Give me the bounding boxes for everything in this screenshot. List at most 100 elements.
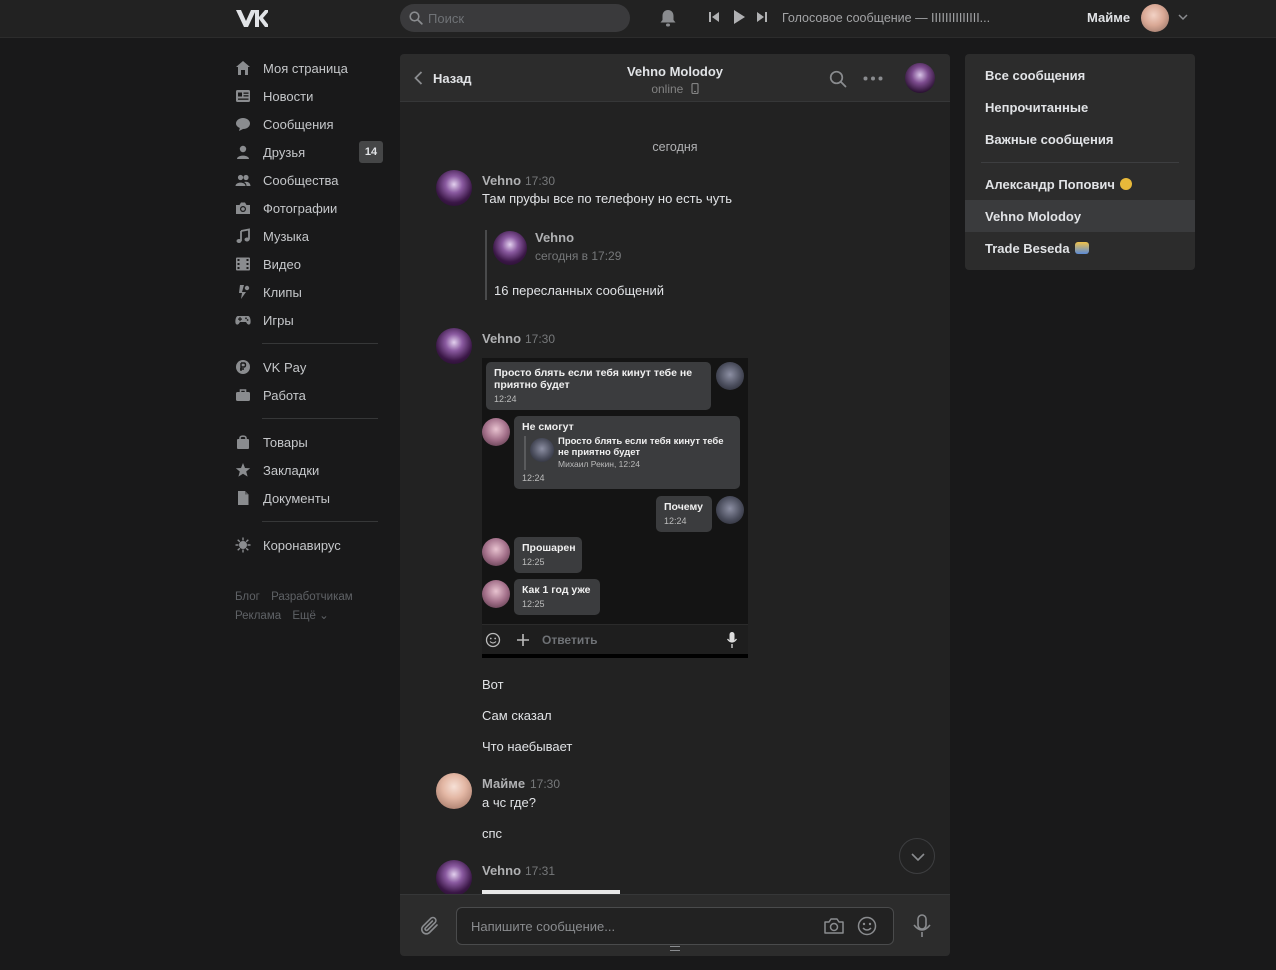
search-icon [409,11,423,25]
scroll-to-bottom-button[interactable] [899,838,935,874]
chat-item-name: Александр Попович [985,176,1115,192]
camera-icon[interactable] [823,917,845,935]
sidebar-item-label: Новости [263,88,314,104]
sunglasses-emoji-icon [1119,178,1132,190]
sidebar-item[interactable]: Коронавирус [234,531,384,559]
photo-attachment[interactable]: Просто блять если тебя кинут тебе не при… [482,358,748,658]
next-track-icon[interactable] [756,10,768,24]
screenshot-bubble-time: 12:24 [522,473,545,483]
screenshot-quote-meta: Михаил Рекин, 12:24 [558,459,640,469]
sidebar-item[interactable]: VK Pay [234,353,384,381]
filter-all-messages[interactable]: Все сообщения [965,59,1195,91]
paperclip-icon[interactable] [419,915,441,937]
forward-bar [485,230,487,300]
footer-link-developers[interactable]: Разработчикам [271,591,353,603]
play-icon[interactable] [732,9,746,25]
profile-avatar[interactable] [1141,4,1169,32]
microphone-icon[interactable] [911,914,933,938]
search-icon[interactable] [829,70,847,88]
previous-track-icon[interactable] [708,10,720,24]
chat-item[interactable]: Александр Попович [965,168,1195,200]
message-time[interactable]: 17:30 [525,174,555,188]
message-author-avatar[interactable] [436,860,472,896]
sidebar-item[interactable]: Документы [234,484,384,512]
message-author-avatar[interactable] [436,773,472,809]
sidebar-item-label: Фотографии [263,200,338,216]
screenshot-quote-avatar [530,438,554,462]
sidebar-item-label: Моя страница [263,60,348,76]
screenshot-bubble-time: 12:24 [494,394,517,404]
screenshot-bubble: Прошарен 12:25 [514,537,582,573]
news-icon [236,90,250,102]
forwarded-messages-link[interactable]: 16 пересланных сообщений [494,283,664,298]
vk-logo-icon[interactable] [234,7,268,29]
search-input[interactable]: Поиск [400,4,630,32]
screenshot-input-bar: Ответить [482,624,748,654]
notifications-bell-icon[interactable] [660,9,676,27]
music-icon [236,228,250,243]
communities-icon [235,174,251,186]
screenshot-bubble-text: Как 1 год уже [522,584,591,596]
sidebar-item[interactable]: Закладки [234,456,384,484]
chat-window: Назад Vehno Molodoy online сегодня Vehno… [400,54,950,956]
sidebar-item[interactable]: Клипы [234,278,384,306]
message-author[interactable]: Vehno [482,331,521,346]
forward-author[interactable]: Vehno [535,230,574,245]
screenshot-bubble-text: Просто блять если тебя кинут тебе не при… [494,367,693,391]
screenshot-bubble-time: 12:25 [522,557,545,567]
now-playing-title[interactable]: Голосовое сообщение — IIIIIIIIIIIIII... [782,11,990,25]
smile-icon[interactable] [857,916,877,936]
message-author-avatar[interactable] [436,170,472,206]
footer-link-blog[interactable]: Блог [235,591,260,603]
sidebar-item[interactable]: Игры [234,306,384,334]
message-time[interactable]: 17:30 [530,777,560,791]
chat-peer-avatar[interactable] [905,63,935,93]
sidebar-item[interactable]: Видео [234,250,384,278]
message-author-avatar[interactable] [436,328,472,364]
message-text: Сам сказал [482,708,552,723]
sidebar-item-label: Закладки [263,462,320,478]
sidebar-item[interactable]: Работа [234,381,384,409]
search-placeholder: Поиск [428,11,465,26]
filter-unread[interactable]: Непрочитанные [965,91,1195,123]
chevron-down-icon[interactable] [1178,13,1188,21]
screenshot-quote: Просто блять если тебя кинут тебе не при… [524,436,732,470]
message-text: Там пруфы все по телефону но есть чуть [482,191,732,206]
footer-link-more[interactable]: Ещё ⌄ [292,610,328,622]
screenshot-bubble: Почему 12:24 [656,496,712,532]
sidebar-item[interactable]: Сообщения [234,110,384,138]
top-bar: Поиск Голосовое сообщение — IIIIIIIIIIII… [0,0,1276,38]
message-author[interactable]: Vehno [482,173,521,188]
filter-important[interactable]: Важные сообщения [965,123,1195,155]
sidebar-item[interactable]: Новости [234,82,384,110]
sidebar-item[interactable]: Музыка [234,222,384,250]
message-time[interactable]: 17:31 [525,864,555,878]
screenshot-bubble-text: Почему [664,501,703,513]
message-author[interactable]: Майме [482,776,525,791]
message-filters-panel: Все сообщения Непрочитанные Важные сообщ… [965,54,1195,270]
sidebar-item[interactable]: Товары [234,428,384,456]
chat-header: Назад Vehno Molodoy online [400,54,950,102]
footer-link-ads[interactable]: Реклама [235,610,281,622]
nav-divider [262,418,378,419]
date-separator: сегодня [652,140,698,154]
chat-item-active[interactable]: Vehno Molodoy [965,200,1195,232]
message-author[interactable]: Vehno [482,863,521,878]
sidebar-item[interactable]: Фотографии [234,194,384,222]
chevron-down-icon [911,853,925,861]
footer-links: Блог Разработчикам Реклама Ещё ⌄ [235,588,385,626]
chat-item[interactable]: Trade Beseda [965,232,1195,264]
screenshot-avatar [482,418,510,446]
message-input[interactable]: Напишите сообщение... [456,907,894,945]
more-options-icon[interactable] [863,76,883,81]
sidebar-item[interactable]: Друзья 14 [234,138,384,166]
profile-name[interactable]: Майме [1087,10,1130,25]
document-icon [238,491,249,505]
resize-handle-icon[interactable] [670,946,680,951]
home-icon [236,61,250,75]
forward-author-avatar[interactable] [493,231,527,265]
sidebar-item[interactable]: Моя страница [234,54,384,82]
sidebar-item[interactable]: Сообщества [234,166,384,194]
message-time[interactable]: 17:30 [525,332,555,346]
screenshot-bubble-text: Прошарен [522,542,576,554]
